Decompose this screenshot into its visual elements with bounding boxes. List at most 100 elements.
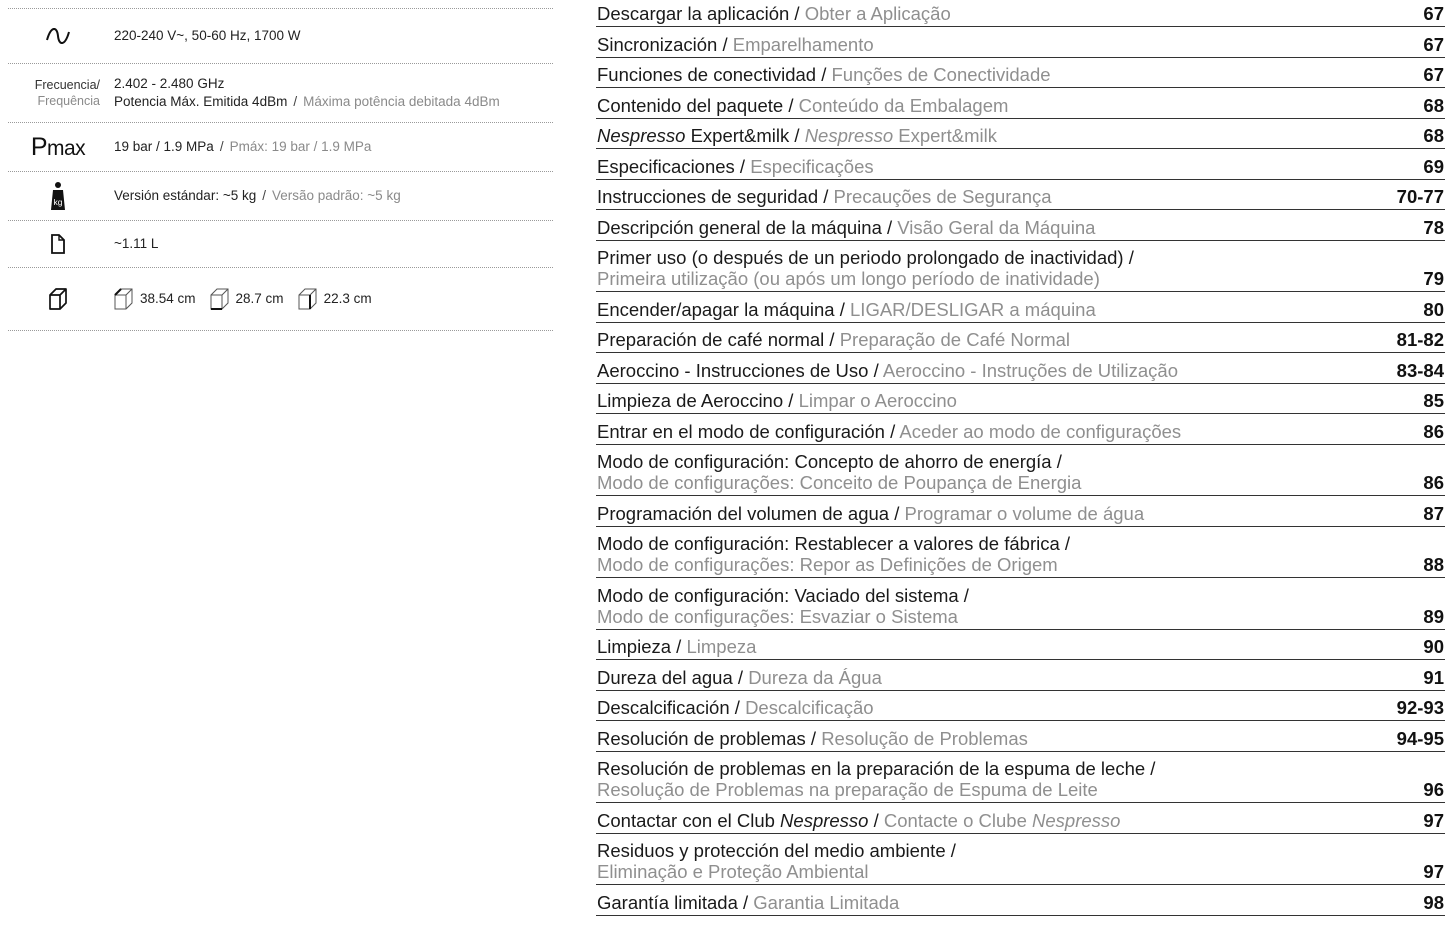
toc-page-number: 67 (1423, 64, 1444, 85)
toc-title-es: Programación del volumen de agua (597, 502, 890, 524)
toc-title-pt: Descalcificação (745, 697, 874, 718)
toc-entry[interactable]: Contenido del paquete / Conteúdo da Emba… (596, 95, 1445, 119)
spec-row-pressure: Pmax 19 bar / 1.9 MPa / Pmáx: 19 bar / 1.9… (8, 123, 553, 172)
voltage-value: 220-240 V~, 50-60 Hz, 1700 W (114, 28, 301, 43)
toc-entry-title: Primer uso (o después de un periodo prol… (597, 247, 1134, 289)
toc-entry[interactable]: Encender/apagar la máquina / LIGAR/DESLI… (596, 299, 1445, 323)
toc-page-number: 97 (1423, 861, 1444, 882)
toc-title-pt: Precauções de Segurança (833, 186, 1052, 207)
pmax-p: P (30, 132, 48, 161)
toc-entry[interactable]: Contactar con el Club Nespresso / Contac… (596, 809, 1445, 834)
toc-entry[interactable]: Resolución de problemas en la preparació… (596, 758, 1445, 803)
toc-entry[interactable]: Especificaciones / Especificações 69 (596, 155, 1445, 180)
toc-title-es: Limpieza de Aeroccino (597, 390, 784, 411)
toc-title-es: Entrar en el modo de configuración (597, 420, 885, 442)
toc-title-es: Especificaciones (597, 155, 735, 177)
toc-title-pt: Primeira utilização (ou após um longo pe… (597, 268, 1100, 289)
toc-title-pt: Obter a Aplicação (804, 3, 951, 24)
toc-entry[interactable]: Preparación de café normal / Preparação … (596, 329, 1445, 353)
toc-page-number: 70-77 (1396, 186, 1444, 207)
toc-separator: / (824, 329, 840, 350)
separator: / (293, 94, 298, 109)
width-icon (210, 288, 229, 310)
toc-title-es: Expert&milk (685, 125, 790, 146)
toc-separator: / (868, 809, 884, 831)
toc-entry[interactable]: Modo de configuración: Concepto de ahorr… (596, 451, 1445, 496)
separator: / (262, 188, 266, 203)
depth-value: 38.54 cm (140, 291, 196, 306)
toc-page-number: 83-84 (1396, 359, 1444, 381)
toc-entry[interactable]: Primer uso (o después de un periodo prol… (596, 247, 1445, 292)
height-icon (298, 288, 317, 310)
toc-entry-title: Descargar la aplicación / Obter a Aplica… (597, 3, 951, 24)
toc-entry-title: Modo de configuración: Concepto de ahorr… (597, 451, 1081, 493)
toc-page-number: 86 (1423, 472, 1444, 493)
toc-title-pt: Dureza da Água (748, 666, 882, 688)
height-value: 22.3 cm (323, 291, 372, 306)
toc-page-number: 91 (1423, 666, 1444, 688)
toc-title-pt: Especificações (750, 155, 874, 177)
toc-entry-title: Funciones de conectividad / Funções de C… (597, 64, 1051, 85)
toc-page-number: 87 (1423, 502, 1444, 524)
toc-entry[interactable]: Descalcificación / Descalcificação 92-93 (596, 697, 1445, 721)
toc-title-es: Primer uso (o después de un periodo prol… (597, 247, 1134, 268)
toc-title-pt: Aeroccino - Instruções de Utilização (882, 359, 1178, 381)
toc-page-number: 92-93 (1396, 697, 1444, 718)
toc-entry[interactable]: Limpieza de Aeroccino / Limpar o Aerocci… (596, 390, 1445, 414)
toc-entry[interactable]: Dureza del agua / Dureza da Água 91 (596, 666, 1445, 691)
toc-brand-es: Nespresso (780, 809, 869, 831)
spec-row-voltage: 220-240 V~, 50-60 Hz, 1700 W (8, 9, 553, 64)
toc-title-es: Preparación de café normal (597, 329, 825, 350)
depth-icon (114, 288, 133, 310)
toc-entry[interactable]: Modo de configuración: Restablecer a val… (596, 533, 1445, 578)
toc-separator: / (805, 727, 822, 749)
toc-page-number: 96 (1423, 779, 1444, 800)
toc-entry[interactable]: Aeroccino - Instrucciones de Uso / Aeroc… (596, 359, 1445, 384)
toc-title-es: Resolución de problemas en la preparació… (597, 758, 1156, 779)
toc-entry-title: Limpieza de Aeroccino / Limpar o Aerocci… (597, 390, 957, 411)
frequency-label-pt: Frequência (37, 94, 100, 108)
toc-entry[interactable]: Programación del volumen de agua / Progr… (596, 502, 1445, 527)
toc-entry[interactable]: Residuos y protección del medio ambiente… (596, 840, 1445, 885)
toc-entry[interactable]: Entrar en el modo de configuración / Ace… (596, 420, 1445, 445)
weight-pt: Versão padrão: ~5 kg (271, 188, 401, 203)
toc-entry[interactable]: Modo de configuración: Vaciado del siste… (596, 585, 1445, 630)
toc-title-pt: Limpar o Aeroccino (798, 390, 957, 411)
toc-entry-title: Modo de configuración: Vaciado del siste… (597, 585, 969, 627)
toc-entry-title: Residuos y protección del medio ambiente… (597, 840, 956, 882)
toc-page-number: 67 (1423, 33, 1444, 55)
toc-entry-title: Sincronización / Emparelhamento (597, 34, 874, 55)
toc-entry[interactable]: Funciones de conectividad / Funções de C… (596, 64, 1445, 88)
toc-entry[interactable]: Descargar la aplicación / Obter a Aplica… (596, 3, 1445, 27)
toc-entry[interactable]: Limpieza / Limpeza 90 (596, 636, 1445, 660)
pressure-es: 19 bar / 1.9 MPa (114, 139, 214, 154)
toc-title-es: Funciones de conectividad (597, 64, 817, 85)
toc-entry[interactable]: Garantía limitada / Garantia Limitada 98 (596, 892, 1445, 916)
toc-entry-title: Modo de configuración: Restablecer a val… (597, 533, 1070, 575)
toc-entry-title: Encender/apagar la máquina / LIGAR/DESLI… (597, 299, 1096, 320)
toc-separator: / (881, 216, 898, 238)
toc-entry[interactable]: Sincronización / Emparelhamento 67 (596, 33, 1445, 58)
toc-title-es: Aeroccino - Instrucciones de Uso (597, 359, 869, 381)
toc-entry[interactable]: Descripción general de la máquina / Visã… (596, 216, 1445, 241)
toc-title-pt: Aceder ao modo de configurações (899, 420, 1182, 442)
toc-entry[interactable]: Instrucciones de seguridad / Precauções … (596, 186, 1445, 210)
power-es: Potencia Máx. Emitida 4dBm (114, 94, 288, 109)
toc-page-number: 79 (1423, 268, 1444, 289)
toc-title-es: Limpieza (597, 636, 672, 657)
toc-entry[interactable]: Resolución de problemas / Resolução de P… (596, 727, 1445, 752)
toc-entry-title: Resolución de problemas en la preparació… (597, 758, 1155, 800)
frequency-value: 2.402 - 2.480 GHz (114, 76, 225, 91)
toc-brand-pt: Nespresso (1032, 809, 1121, 831)
toc-entry-title: Aeroccino - Instrucciones de Uso / Aeroc… (597, 360, 1178, 381)
toc-entry-title: Dureza del agua / Dureza da Água (597, 667, 882, 688)
power-pt: Máxima potência debitada 4dBm (303, 94, 500, 109)
toc-brand-es: Nespresso (597, 125, 686, 146)
toc-entry[interactable]: Nespresso Expert&milk / Nespresso Expert… (596, 125, 1445, 149)
toc-title-pt: Eliminação e Proteção Ambiental (597, 861, 869, 882)
toc-entry-title: Descalcificación / Descalcificação (597, 697, 874, 718)
spec-row-capacity: ~1.11 L (8, 221, 553, 268)
pmax-icon: Pmax (8, 133, 108, 162)
toc-separator: / (884, 420, 900, 442)
separator: / (219, 139, 224, 154)
